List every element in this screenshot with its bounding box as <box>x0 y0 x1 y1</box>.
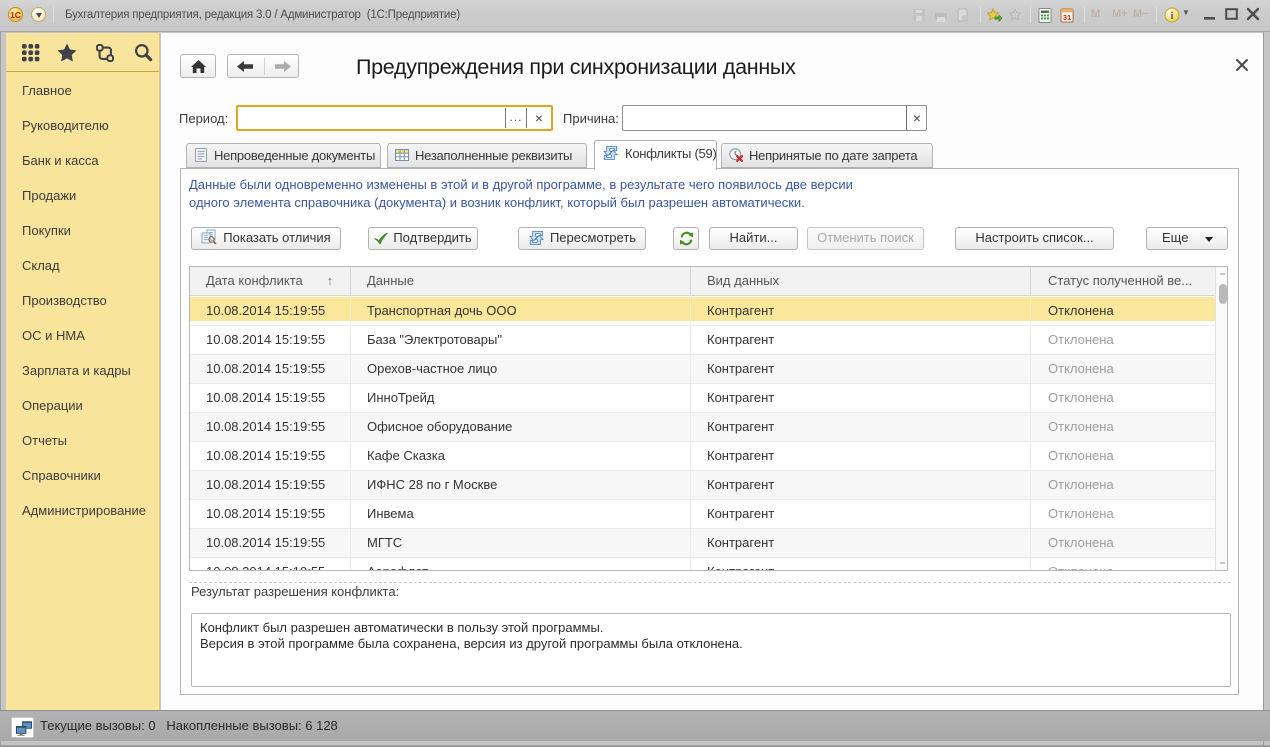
svg-text:31: 31 <box>1063 13 1071 22</box>
svg-text:i: i <box>1170 10 1173 22</box>
